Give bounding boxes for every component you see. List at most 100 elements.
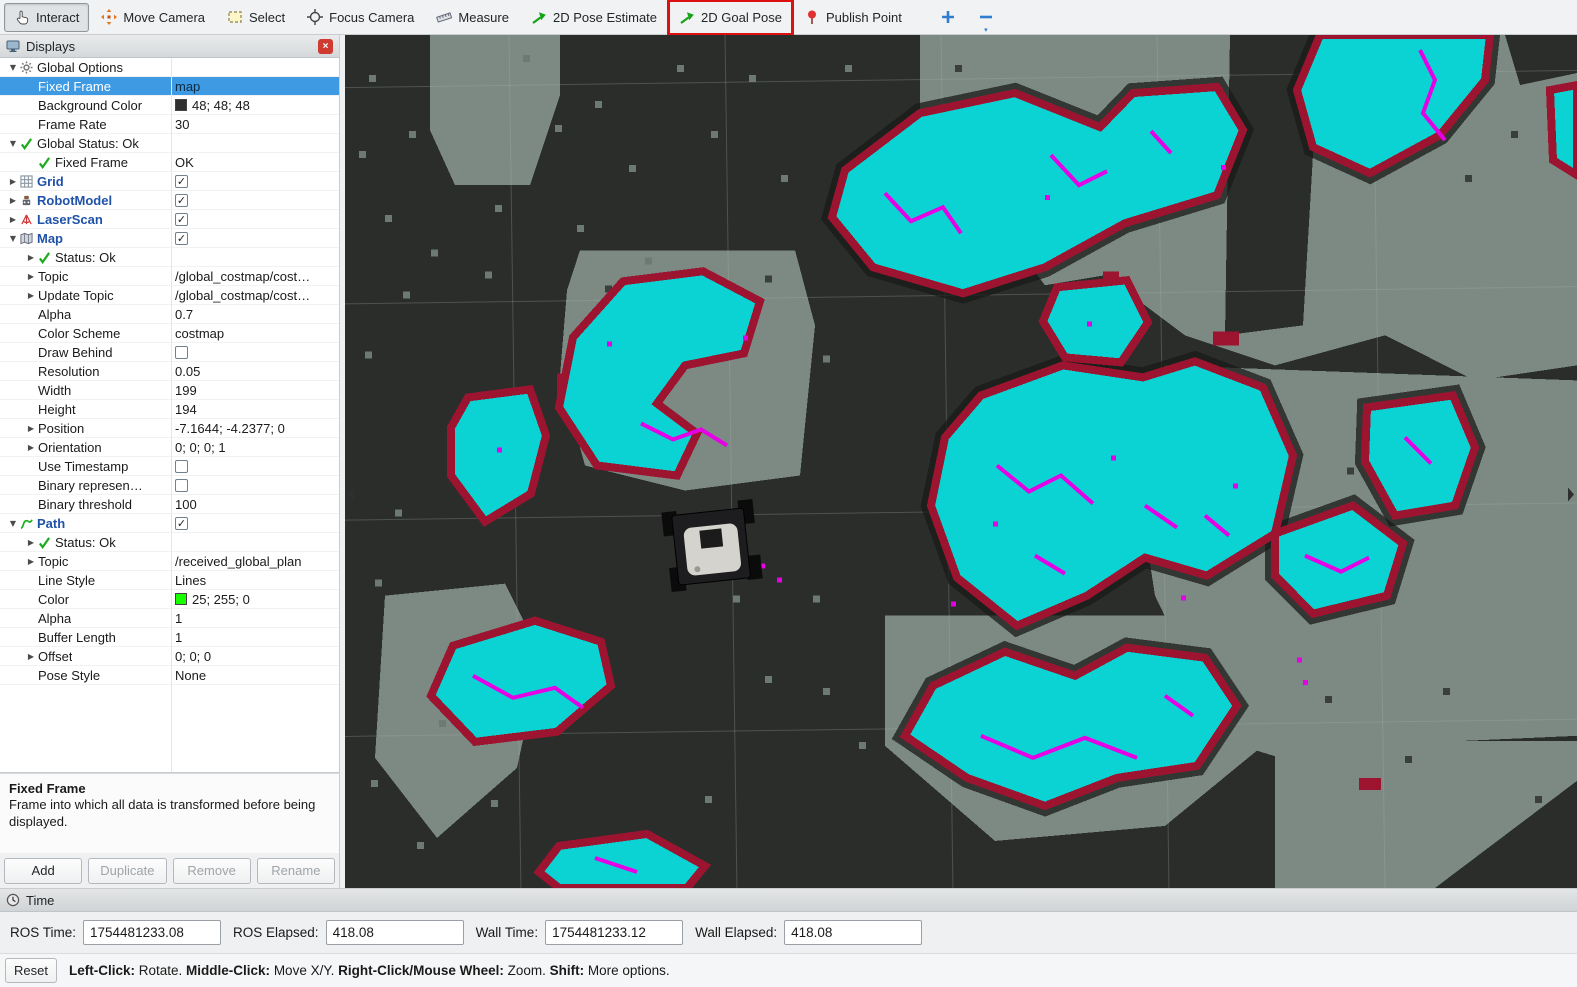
tree-row-topic[interactable]: ▶Topic/received_global_plan: [0, 552, 339, 571]
toolbar-button-move-camera[interactable]: Move Camera: [91, 3, 215, 32]
property-value[interactable]: /global_costmap/cost…: [175, 288, 310, 303]
toolbar-button-focus-camera[interactable]: Focus Camera: [297, 3, 424, 32]
3d-viewport[interactable]: [345, 35, 1577, 888]
expander-right-icon[interactable]: ▶: [24, 652, 38, 661]
tree-row-global-status-ok[interactable]: ▼Global Status: Ok: [0, 134, 339, 153]
checkbox-unchecked[interactable]: [175, 346, 188, 359]
property-value[interactable]: 25; 255; 0: [192, 592, 250, 607]
expander-right-icon[interactable]: ▶: [24, 272, 38, 281]
focus-camera-icon: [307, 9, 323, 25]
tree-row-global-options[interactable]: ▼Global Options: [0, 58, 339, 77]
expander-down-icon[interactable]: ▼: [6, 234, 20, 243]
property-value[interactable]: Lines: [175, 573, 206, 588]
property-value[interactable]: /global_costmap/cost…: [175, 269, 310, 284]
tree-row-line-style[interactable]: Line Style Lines: [0, 571, 339, 590]
expander-right-icon[interactable]: ▶: [24, 291, 38, 300]
tree-row-width[interactable]: Width199: [0, 381, 339, 400]
toolbar-button-2d-goal-pose[interactable]: 2D Goal Pose: [669, 3, 792, 32]
remove-button[interactable]: Remove: [173, 858, 251, 884]
toolbar-button-remove-tool[interactable]: ▾: [968, 3, 1004, 32]
property-value[interactable]: 100: [175, 497, 197, 512]
checkbox-checked[interactable]: ✓: [175, 232, 188, 245]
tree-row-map[interactable]: ▼Map✓: [0, 229, 339, 248]
tree-row-resolution[interactable]: Resolution0.05: [0, 362, 339, 381]
property-value[interactable]: 194: [175, 402, 197, 417]
tree-row-binary-represen[interactable]: Binary represen…: [0, 476, 339, 495]
expander-down-icon[interactable]: ▼: [6, 139, 20, 148]
toolbar-button-measure[interactable]: Measure: [426, 3, 519, 32]
reset-button[interactable]: Reset: [5, 958, 57, 983]
tree-row-status-ok[interactable]: ▶Status: Ok: [0, 533, 339, 552]
close-icon[interactable]: ×: [318, 39, 333, 54]
property-value[interactable]: 30: [175, 117, 189, 132]
toolbar-button-publish-point[interactable]: Publish Point: [794, 3, 912, 32]
tree-row-alpha[interactable]: Alpha0.7: [0, 305, 339, 324]
tree-row-offset[interactable]: ▶Offset0; 0; 0: [0, 647, 339, 666]
tree-row-fixed-frame[interactable]: Fixed Framemap: [0, 77, 339, 96]
property-label: Line Style: [38, 573, 95, 588]
tree-row-orientation[interactable]: ▶Orientation0; 0; 0; 1: [0, 438, 339, 457]
tree-row-background-color[interactable]: Background Color48; 48; 48: [0, 96, 339, 115]
tree-row-laserscan[interactable]: ▶LaserScan✓: [0, 210, 339, 229]
tree-row-frame-rate[interactable]: Frame Rate30: [0, 115, 339, 134]
expander-right-icon[interactable]: ▶: [24, 443, 38, 452]
tree-row-status-ok[interactable]: ▶Status: Ok: [0, 248, 339, 267]
property-value[interactable]: None: [175, 668, 206, 683]
property-value[interactable]: /received_global_plan: [175, 554, 301, 569]
tree-row-color[interactable]: Color25; 255; 0: [0, 590, 339, 609]
tree-row-pose-style[interactable]: Pose StyleNone: [0, 666, 339, 685]
tree-row-update-topic[interactable]: ▶Update Topic/global_costmap/cost…: [0, 286, 339, 305]
tree-row-height[interactable]: Height194: [0, 400, 339, 419]
duplicate-button[interactable]: Duplicate: [88, 858, 166, 884]
tree-row-fixed-frame[interactable]: Fixed FrameOK: [0, 153, 339, 172]
property-value[interactable]: 1: [175, 611, 182, 626]
checkbox-checked[interactable]: ✓: [175, 175, 188, 188]
property-value[interactable]: 0; 0; 0; 1: [175, 440, 226, 455]
tree-row-binary-threshold[interactable]: Binary threshold100: [0, 495, 339, 514]
tree-row-position[interactable]: ▶Position-7.1644; -4.2377; 0: [0, 419, 339, 438]
add-button[interactable]: Add: [4, 858, 82, 884]
expander-right-icon[interactable]: ▶: [6, 196, 20, 205]
expander-right-icon[interactable]: ▶: [6, 215, 20, 224]
property-value[interactable]: 0; 0; 0: [175, 649, 211, 664]
toolbar-button-2d-pose-estimate[interactable]: 2D Pose Estimate: [521, 3, 667, 32]
tree-row-path[interactable]: ▼Path✓: [0, 514, 339, 533]
expander-down-icon[interactable]: ▼: [6, 63, 20, 72]
checkbox-checked[interactable]: ✓: [175, 213, 188, 226]
toolbar-button-interact[interactable]: Interact: [4, 3, 89, 32]
checkbox-unchecked[interactable]: [175, 460, 188, 473]
property-value[interactable]: costmap: [175, 326, 224, 341]
expander-down-icon[interactable]: ▼: [6, 519, 20, 528]
property-value[interactable]: 48; 48; 48: [192, 98, 250, 113]
property-value[interactable]: -7.1644; -4.2377; 0: [175, 421, 285, 436]
tree-row-alpha[interactable]: Alpha1: [0, 609, 339, 628]
rename-button[interactable]: Rename: [257, 858, 335, 884]
expander-right-icon[interactable]: ▶: [24, 253, 38, 262]
toolbar-button-add-tool[interactable]: [930, 3, 966, 32]
time-field-input-ros-elapsed[interactable]: [326, 920, 464, 945]
expander-right-icon[interactable]: ▶: [24, 538, 38, 547]
tree-row-grid[interactable]: ▶Grid✓: [0, 172, 339, 191]
expander-right-icon[interactable]: ▶: [24, 557, 38, 566]
property-value[interactable]: 0.05: [175, 364, 200, 379]
expander-right-icon[interactable]: ▶: [6, 177, 20, 186]
time-field-input-wall-elapsed[interactable]: [784, 920, 922, 945]
toolbar-button-select[interactable]: Select: [217, 3, 295, 32]
property-value[interactable]: 0.7: [175, 307, 193, 322]
property-value[interactable]: map: [175, 79, 200, 94]
expander-right-icon[interactable]: ▶: [24, 424, 38, 433]
tree-row-buffer-length[interactable]: Buffer Length1: [0, 628, 339, 647]
time-field-input-wall-time[interactable]: [545, 920, 683, 945]
checkbox-checked[interactable]: ✓: [175, 194, 188, 207]
property-value[interactable]: OK: [175, 155, 194, 170]
tree-row-robotmodel[interactable]: ▶RobotModel✓: [0, 191, 339, 210]
tree-row-topic[interactable]: ▶Topic/global_costmap/cost…: [0, 267, 339, 286]
property-value[interactable]: 199: [175, 383, 197, 398]
checkbox-checked[interactable]: ✓: [175, 517, 188, 530]
tree-row-draw-behind[interactable]: Draw Behind: [0, 343, 339, 362]
checkbox-unchecked[interactable]: [175, 479, 188, 492]
property-value[interactable]: 1: [175, 630, 182, 645]
tree-row-color-scheme[interactable]: Color Schemecostmap: [0, 324, 339, 343]
time-field-input-ros-time[interactable]: [83, 920, 221, 945]
tree-row-use-timestamp[interactable]: Use Timestamp: [0, 457, 339, 476]
